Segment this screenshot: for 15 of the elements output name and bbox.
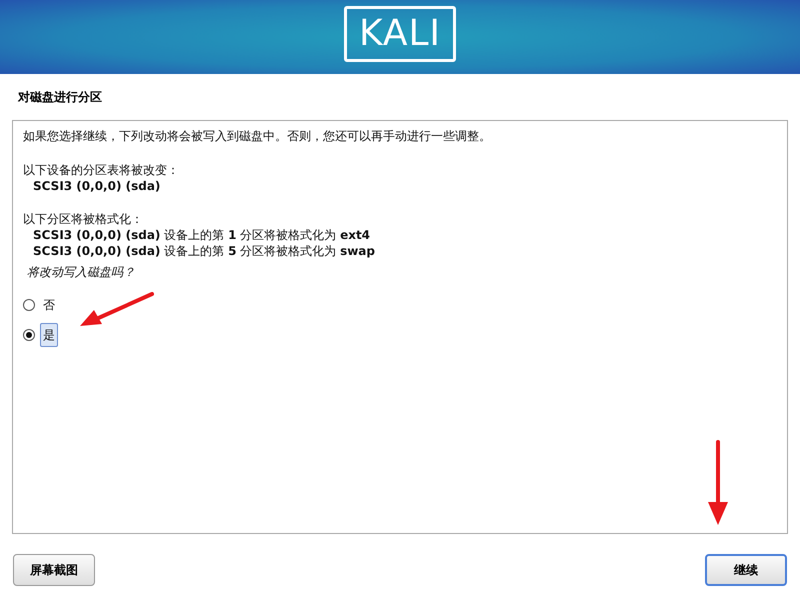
- option-label[interactable]: 否: [40, 293, 58, 317]
- section-heading: 以下设备的分区表将被改变：: [23, 162, 180, 178]
- change-item: SCSI3 (0,0,0) (sda): [32, 178, 162, 194]
- radio-button[interactable]: [23, 329, 35, 341]
- logo: KALI: [344, 6, 456, 62]
- question-text: 将改动写入磁盘吗？: [27, 264, 136, 280]
- section-heading: 以下分区将被格式化：: [23, 211, 144, 227]
- radio-button[interactable]: [23, 299, 35, 311]
- screenshot-button[interactable]: 屏幕截图: [13, 554, 95, 586]
- option-label[interactable]: 是: [40, 323, 58, 347]
- change-item: SCSI3 (0,0,0) (sda) 设备上的第 1 分区将被格式化为 ext4: [32, 227, 372, 243]
- continue-button[interactable]: 继续: [705, 554, 787, 586]
- intro-text: 如果您选择继续，下列改动将会被写入到磁盘中。否则，您还可以再手动进行一些调整。: [23, 128, 492, 145]
- change-item: SCSI3 (0,0,0) (sda) 设备上的第 5 分区将被格式化为 swap: [32, 243, 376, 259]
- page-title: 对磁盘进行分区: [18, 89, 103, 106]
